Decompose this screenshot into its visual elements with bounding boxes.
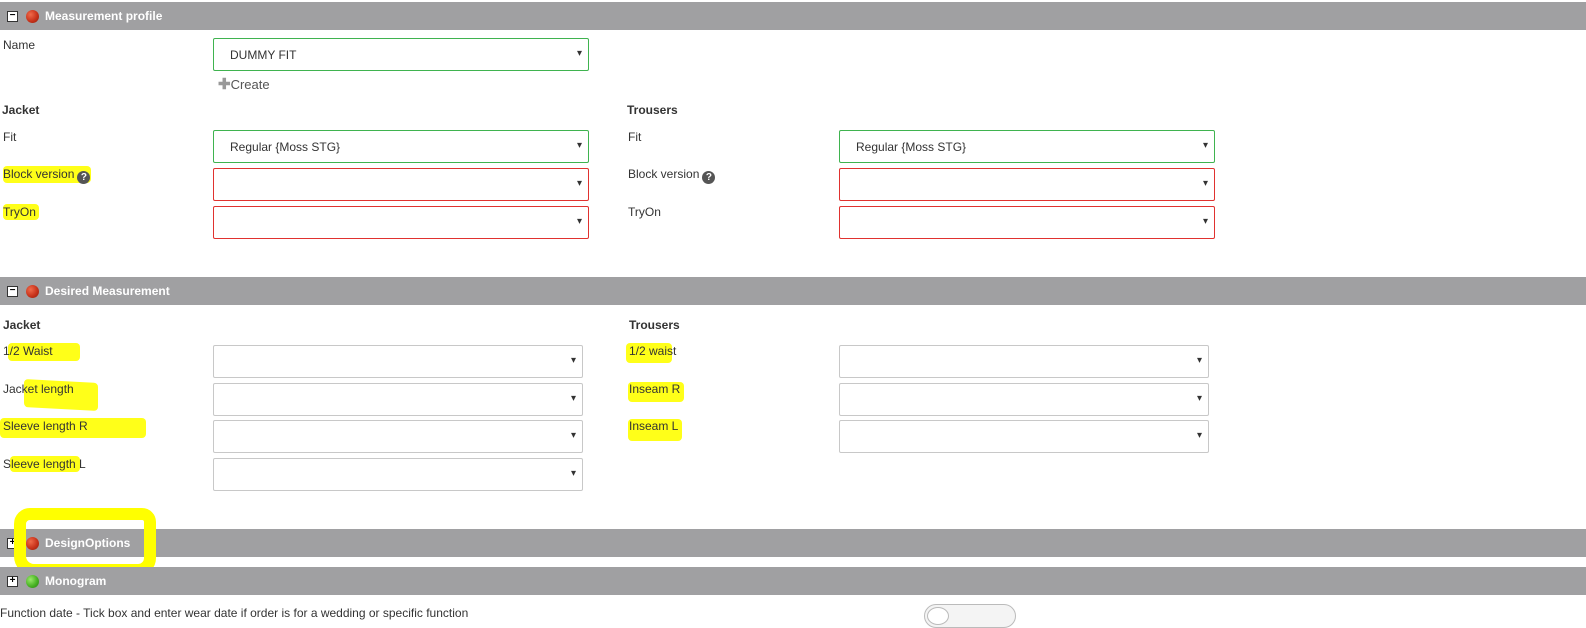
jacket-tryon-label: TryOn [3,205,36,219]
jacket-tryon-select[interactable]: ▾ [213,206,589,239]
sleeve-length-l-label: Sleeve length L [3,457,86,471]
jacket-block-version-label: Block version? [3,167,91,184]
half-waist-label: 1/2 Waist [3,344,53,358]
create-label: Create [230,77,270,92]
chevron-down-icon: ▾ [570,355,576,366]
collapse-icon[interactable]: − [7,11,18,22]
trousers-tryon-label: TryOn [628,205,661,219]
highlight-design-options-ring [14,508,156,576]
jacket-length-select[interactable]: ▾ [213,383,583,416]
half-waist-select[interactable]: ▾ [213,345,583,378]
inseam-l-label: Inseam L [629,419,679,433]
function-date-toggle[interactable] [924,604,1016,628]
trousers-block-version-select[interactable]: ▾ [839,168,1215,201]
function-date-text: Function date - Tick box and enter wear … [0,606,469,620]
chevron-down-icon: ▾ [570,468,576,479]
trousers-half-waist-label: 1/2 waist [629,344,677,358]
status-dot-icon [26,575,39,588]
help-icon[interactable]: ? [77,171,91,184]
trousers-tryon-select[interactable]: ▾ [839,206,1215,239]
create-link[interactable]: ✚Create [218,75,270,93]
jacket-fit-label: Fit [3,130,17,144]
chevron-down-icon: ▾ [1202,216,1208,227]
monogram-header[interactable]: + Monogram [0,567,1586,595]
chevron-down-icon: ▾ [570,430,576,441]
design-options-header[interactable]: + DesignOptions [0,529,1586,557]
section-title: Desired Measurement [45,284,170,298]
trousers-half-waist-select[interactable]: ▾ [839,345,1209,378]
desired-measurement-header[interactable]: − Desired Measurement [0,277,1586,305]
block-version-text: Block version [628,167,700,181]
measurement-profile-header[interactable]: − Measurement profile [0,2,1586,30]
trousers-fit-label: Fit [628,130,642,144]
collapse-icon[interactable]: − [7,286,18,297]
chevron-down-icon: ▾ [1202,140,1208,151]
jacket-block-version-select[interactable]: ▾ [213,168,589,201]
chevron-down-icon: ▾ [1202,178,1208,189]
chevron-down-icon: ▾ [1196,355,1202,366]
trousers-heading: Trousers [627,103,678,117]
section-title: Measurement profile [45,9,163,23]
expand-icon[interactable]: + [7,576,18,587]
jacket-fit-value: Regular {Moss STG} [230,140,341,154]
section-title: Monogram [45,574,107,588]
chevron-down-icon: ▾ [576,140,582,151]
plus-icon: ✚ [218,76,231,93]
chevron-down-icon: ▾ [576,178,582,189]
jacket-length-label: Jacket length [3,382,74,396]
jacket-heading: Jacket [2,103,40,117]
chevron-down-icon: ▾ [576,48,582,59]
name-select[interactable]: DUMMY FIT ▾ [213,38,589,71]
desired-trousers-heading: Trousers [629,318,680,332]
toggle-knob [927,607,949,625]
chevron-down-icon: ▾ [1196,393,1202,404]
block-version-text: Block version [3,167,75,181]
chevron-down-icon: ▾ [570,393,576,404]
inseam-r-select[interactable]: ▾ [839,383,1209,416]
sleeve-length-r-select[interactable]: ▾ [213,420,583,453]
jacket-fit-select[interactable]: Regular {Moss STG} ▾ [213,130,589,163]
sleeve-length-l-select[interactable]: ▾ [213,458,583,491]
sleeve-length-r-label: Sleeve length R [3,419,88,433]
help-icon[interactable]: ? [702,171,716,184]
desired-jacket-heading: Jacket [3,318,41,332]
trousers-block-version-label: Block version? [628,167,716,184]
status-dot-icon [26,285,39,298]
name-select-value: DUMMY FIT [230,48,297,62]
name-label: Name [3,38,36,52]
chevron-down-icon: ▾ [1196,430,1202,441]
trousers-fit-select[interactable]: Regular {Moss STG} ▾ [839,130,1215,163]
inseam-l-select[interactable]: ▾ [839,420,1209,453]
status-dot-icon [26,10,39,23]
trousers-fit-value: Regular {Moss STG} [856,140,967,154]
chevron-down-icon: ▾ [576,216,582,227]
inseam-r-label: Inseam R [629,382,681,396]
